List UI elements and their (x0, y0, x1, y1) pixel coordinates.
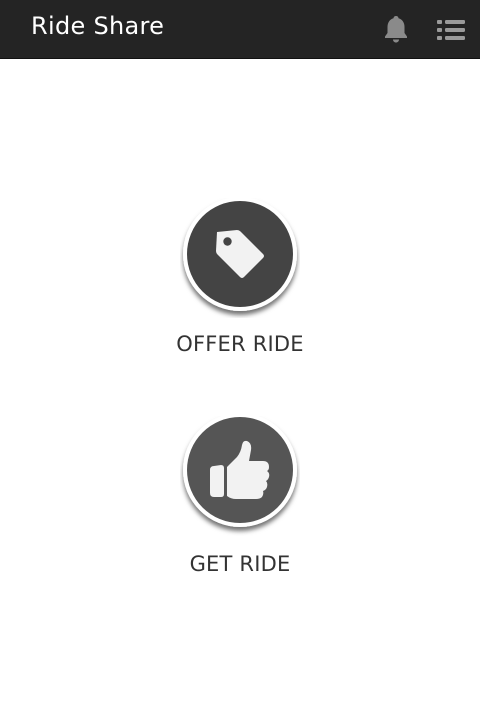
app-screen: Ride Share OFFER RIDE GET RIDE (0, 0, 480, 720)
get-ride-action: GET RIDE (0, 416, 480, 576)
offer-ride-button[interactable] (180, 198, 300, 318)
get-ride-label[interactable]: GET RIDE (0, 552, 480, 576)
offer-ride-label[interactable]: OFFER RIDE (0, 332, 480, 356)
bell-icon[interactable] (382, 14, 410, 44)
offer-ride-action: OFFER RIDE (0, 198, 480, 356)
get-ride-button[interactable] (180, 416, 300, 536)
app-title: Ride Share (31, 12, 165, 40)
price-tag-icon (208, 222, 272, 286)
top-app-bar: Ride Share (0, 0, 480, 59)
thumbs-up-icon (206, 436, 274, 504)
menu-list-icon[interactable] (436, 18, 466, 42)
